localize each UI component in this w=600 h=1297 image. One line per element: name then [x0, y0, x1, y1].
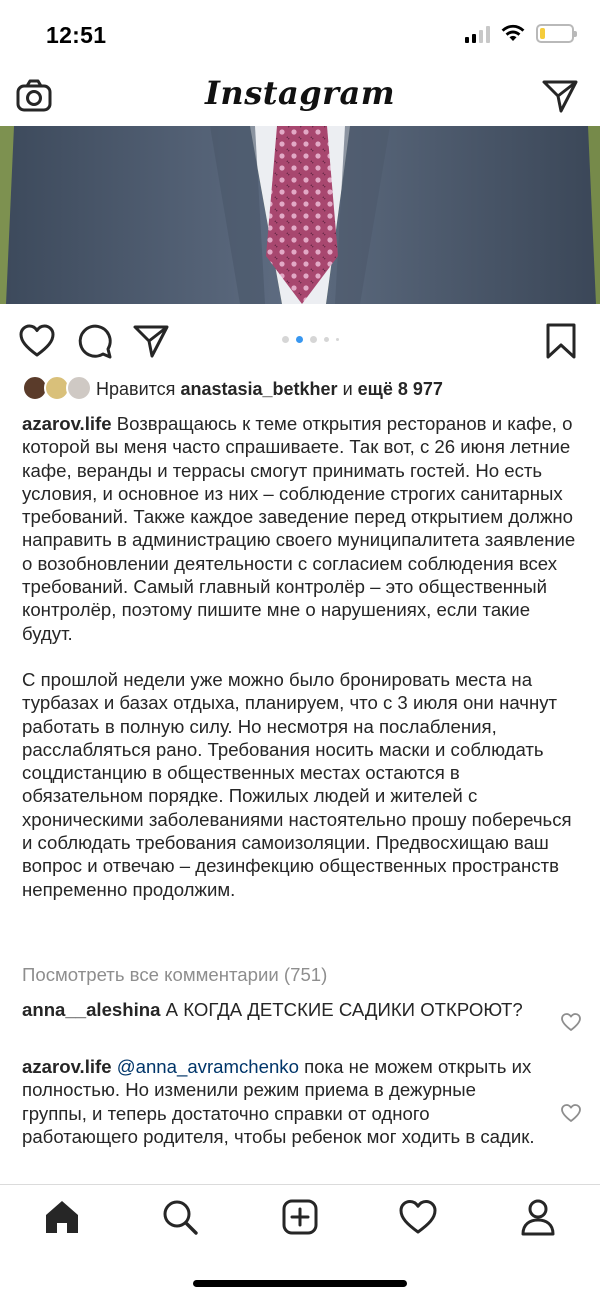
post-photo: [0, 126, 600, 304]
comment-item: azarov.life @anna_avramchenko пока не мо…: [22, 1055, 542, 1148]
carousel-dot: [324, 337, 329, 342]
status-bar: 12:51: [0, 0, 600, 66]
caption-username[interactable]: azarov.life: [22, 413, 112, 434]
likes-prefix: Нравится: [96, 378, 176, 399]
comment-username[interactable]: anna__aleshina: [22, 999, 161, 1020]
comment-username[interactable]: azarov.life: [22, 1056, 112, 1077]
status-time: 12:51: [46, 22, 107, 48]
bottom-tab-bar: [0, 1184, 600, 1250]
new-post-icon[interactable]: [280, 1197, 320, 1237]
carousel-dot: [336, 338, 339, 341]
post-image[interactable]: [0, 126, 600, 304]
cellular-signal-icon: [465, 25, 490, 43]
likes-row[interactable]: Нравится anastasia_betkher и ещё 8 977: [22, 374, 580, 404]
avatar: [66, 375, 92, 401]
likes-user[interactable]: anastasia_betkher: [180, 379, 337, 400]
battery-level: [540, 28, 545, 39]
share-icon[interactable]: [132, 322, 170, 360]
heart-icon[interactable]: [18, 322, 56, 360]
comment-like-icon[interactable]: [560, 1011, 582, 1033]
home-indicator[interactable]: [193, 1280, 407, 1287]
battery-icon: [536, 24, 577, 43]
carousel-dot: [282, 336, 289, 343]
search-icon[interactable]: [160, 1197, 200, 1237]
carousel-dot: [310, 336, 317, 343]
caption-paragraph-2: С прошлой недели уже можно было брониров…: [22, 668, 572, 900]
bookmark-icon[interactable]: [542, 322, 580, 360]
comment-icon[interactable]: [76, 322, 114, 360]
status-icons: [465, 24, 577, 43]
comment-text: А КОГДА ДЕТСКИЕ САДИКИ ОТКРОЮТ?: [165, 999, 523, 1020]
top-nav-bar: Instagram: [0, 66, 600, 126]
direct-message-icon[interactable]: [540, 76, 580, 116]
likes-conjunction: и: [342, 378, 353, 399]
instagram-logo: Instagram: [204, 74, 396, 112]
liker-avatars: [22, 375, 92, 403]
comment-mention[interactable]: @anna_avramchenko: [117, 1056, 299, 1077]
carousel-dot-active: [296, 336, 303, 343]
post-actions: [0, 318, 600, 364]
comment-like-icon[interactable]: [560, 1102, 582, 1124]
wifi-icon: [501, 24, 525, 41]
profile-icon[interactable]: [518, 1197, 558, 1237]
activity-icon[interactable]: [398, 1197, 438, 1237]
caption-paragraph-1: Возвращаюсь к теме открытия ресторанов и…: [22, 413, 576, 644]
post-caption: azarov.life Возвращаюсь к теме открытия …: [22, 412, 582, 901]
carousel-indicator: [282, 336, 339, 343]
likes-others[interactable]: ещё 8 977: [358, 379, 443, 400]
home-icon[interactable]: [42, 1197, 82, 1237]
comment-item: anna__aleshina А КОГДА ДЕТСКИЕ САДИКИ ОТ…: [22, 998, 542, 1021]
view-all-comments-link[interactable]: Посмотреть все комментарии (751): [22, 964, 327, 986]
